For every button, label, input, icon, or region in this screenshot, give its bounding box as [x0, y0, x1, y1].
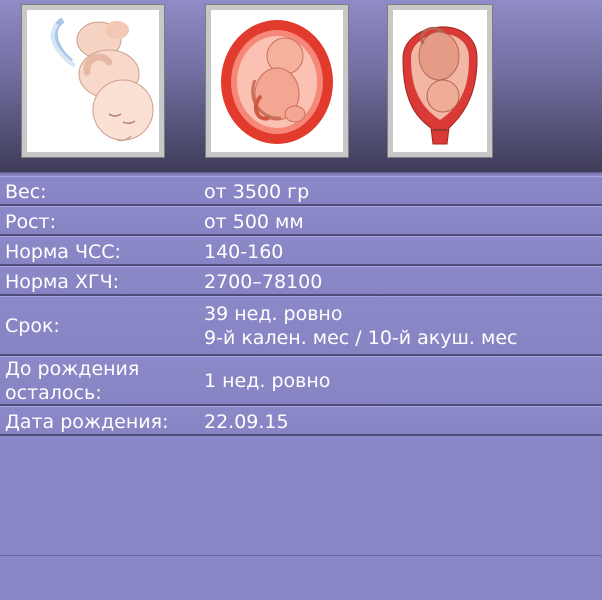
fetus-illustration-1[interactable] [21, 4, 165, 158]
fetus-illustration-2[interactable] [205, 4, 349, 158]
row-height: Рост: от 500 мм [0, 206, 602, 236]
remaining-label-line1: До рождения [5, 358, 140, 380]
fetus-illustration-3[interactable] [387, 4, 493, 158]
fetus-in-womb-icon [211, 10, 343, 152]
row-weight: Вес: от 3500 гр [0, 176, 602, 206]
birth-date-value: 22.09.15 [204, 411, 289, 433]
row-heart-rate: Норма ЧСС: 140-160 [0, 236, 602, 266]
weight-label: Вес: [5, 181, 47, 203]
height-label: Рост: [5, 211, 56, 233]
hcg-label: Норма ХГЧ: [5, 271, 120, 293]
heart-rate-label: Норма ЧСС: [5, 241, 121, 263]
row-birth-date: Дата рождения: 22.09.15 [0, 406, 602, 436]
remaining-value: 1 нед. ровно [204, 370, 331, 392]
row-term: Срок: 39 нед. ровно 9-й кален. мес / 10-… [0, 296, 602, 356]
pregnancy-info-list: Вес: от 3500 гр Рост: от 500 мм Норма ЧС… [0, 176, 602, 436]
weight-value: от 3500 гр [204, 181, 310, 203]
term-value: 39 нед. ровно 9-й кален. мес / 10-й акуш… [204, 302, 517, 350]
height-value: от 500 мм [204, 211, 304, 233]
hcg-value: 2700–78100 [204, 271, 323, 293]
heart-rate-value: 140-160 [204, 241, 284, 263]
term-value-line1: 39 нед. ровно [204, 303, 343, 325]
term-value-line2: 9-й кален. мес / 10-й акуш. мес [204, 327, 518, 349]
divider [0, 555, 602, 556]
fetus-cross-section-icon [393, 10, 487, 152]
remaining-label: До рождения осталось: [5, 357, 195, 405]
row-remaining: До рождения осталось: 1 нед. ровно [0, 356, 602, 406]
birth-date-label: Дата рождения: [5, 411, 169, 433]
header-image-strip [0, 0, 602, 172]
row-hcg: Норма ХГЧ: 2700–78100 [0, 266, 602, 296]
fetus-head-down-icon [27, 10, 159, 152]
remaining-label-line2: осталось: [5, 382, 102, 404]
term-label: Срок: [5, 315, 60, 337]
